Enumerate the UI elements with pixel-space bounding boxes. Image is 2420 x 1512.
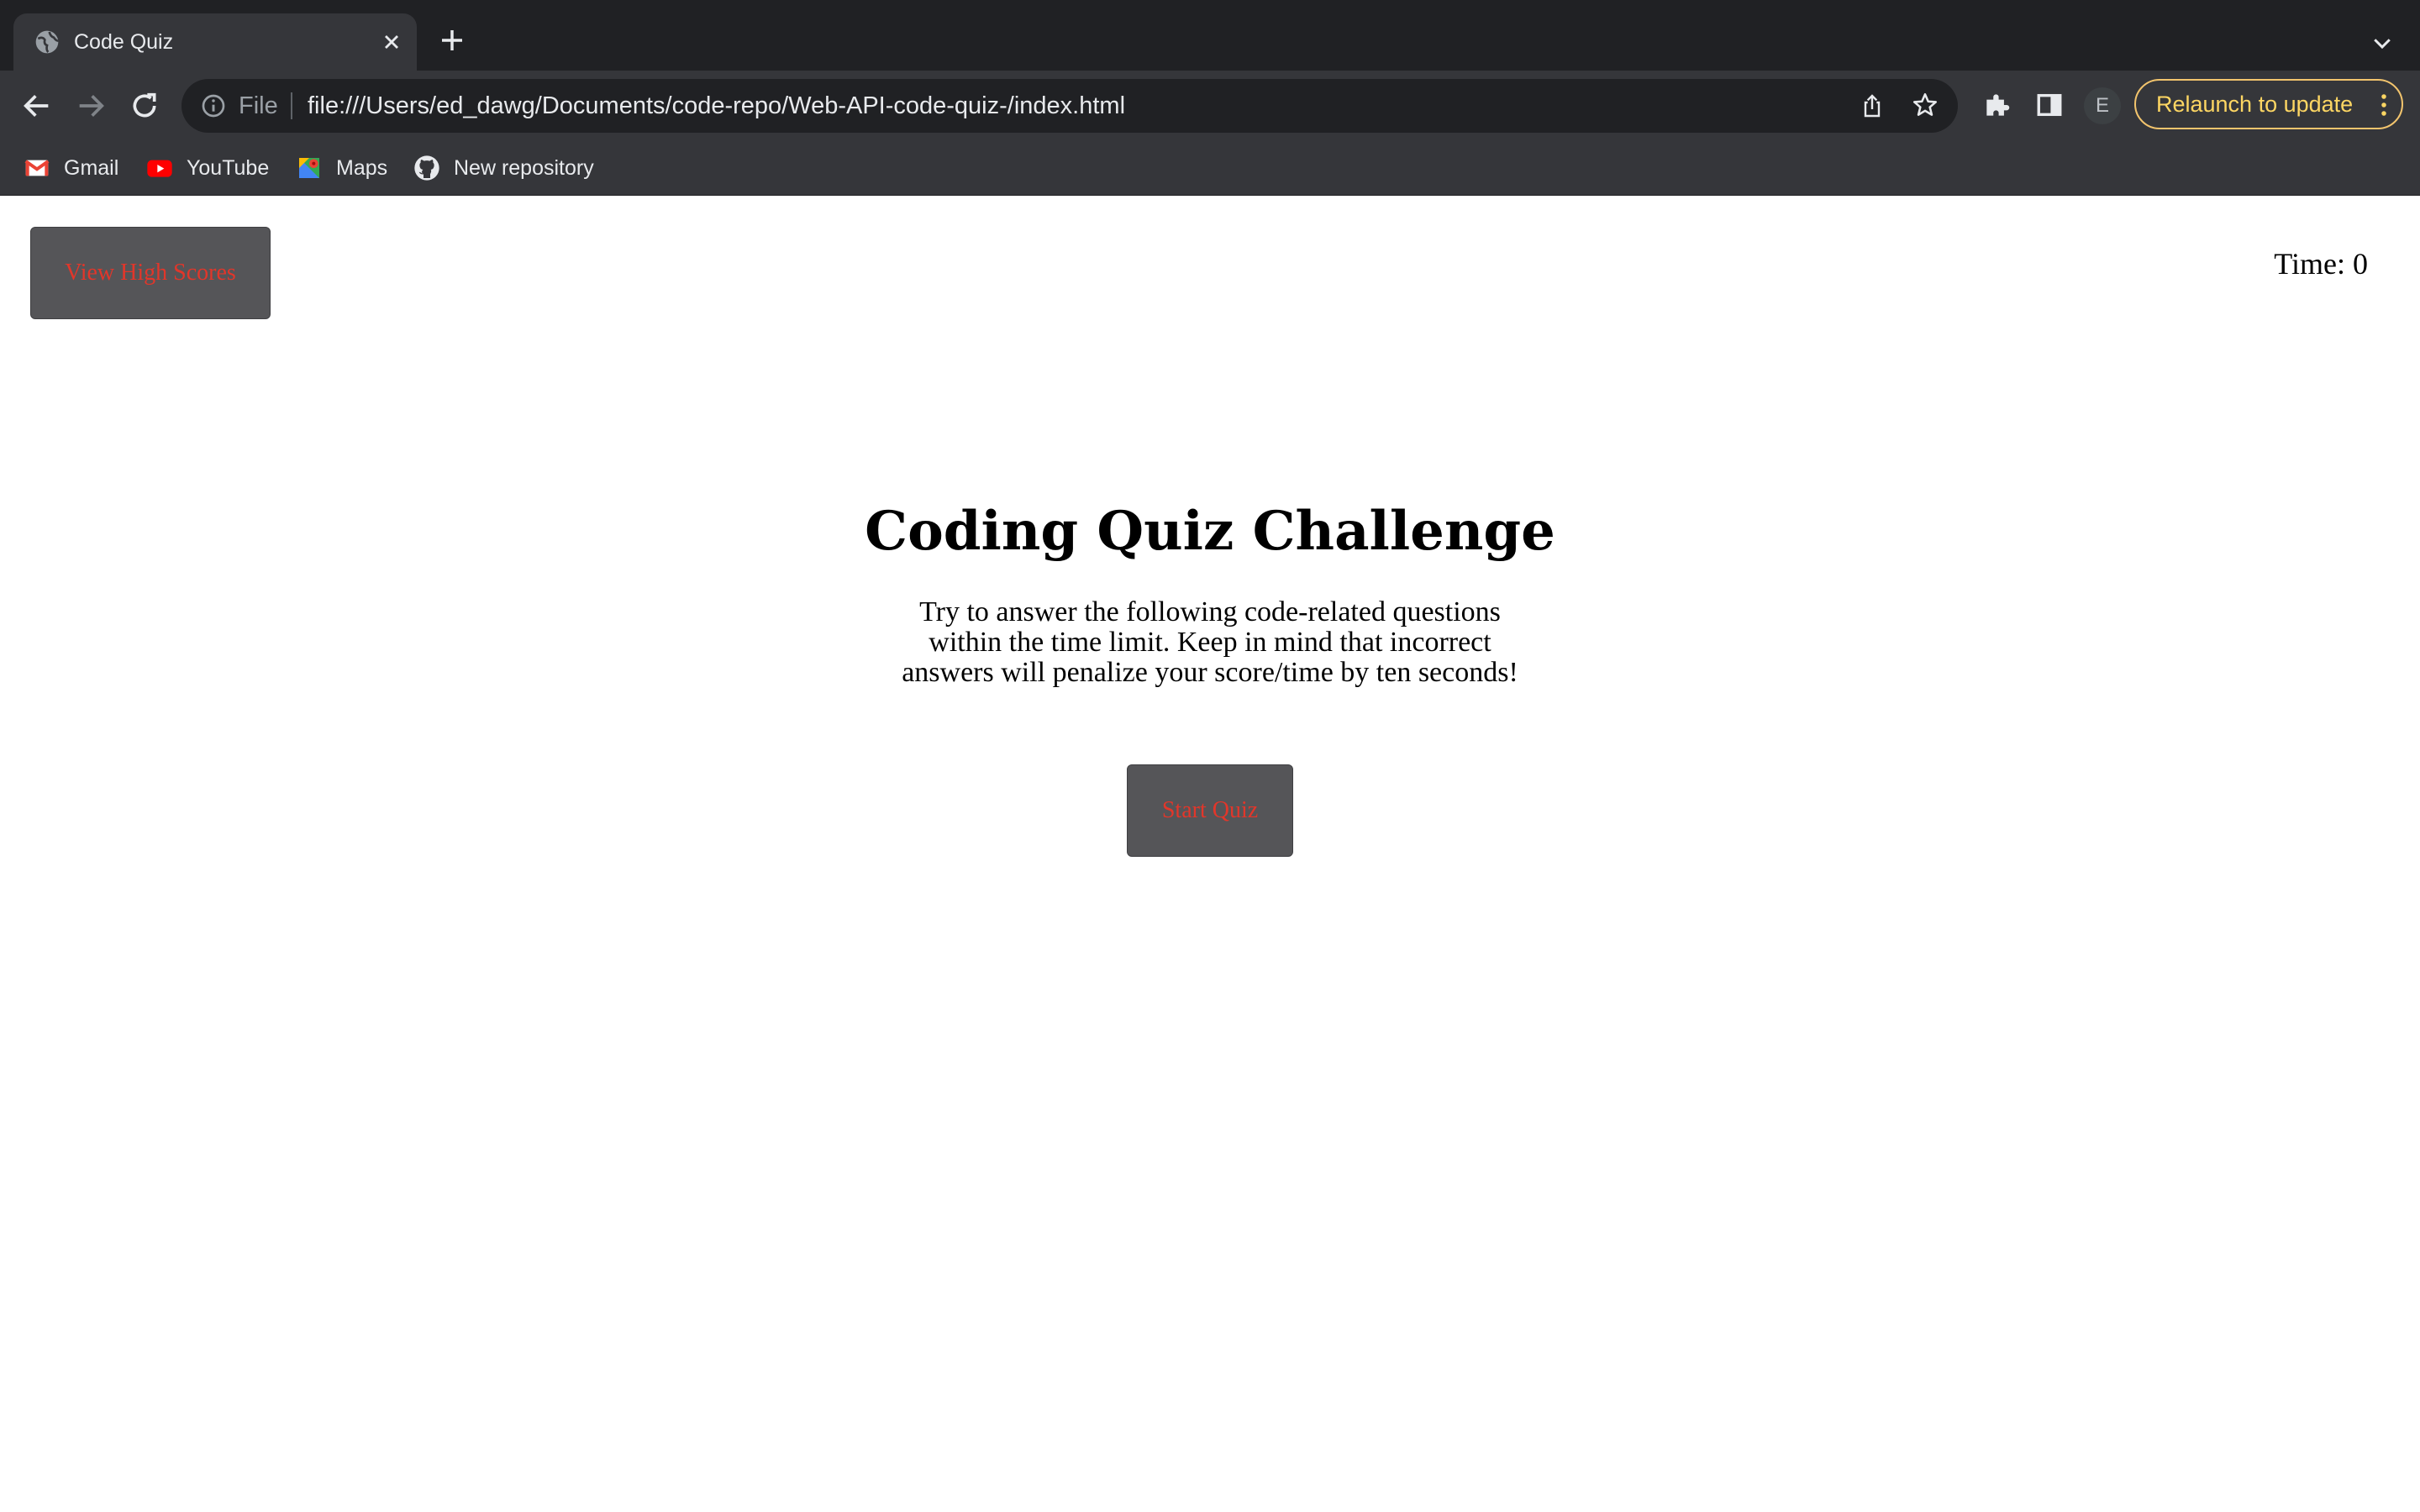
back-arrow-icon[interactable]: [20, 89, 54, 123]
bookmark-label: Maps: [336, 155, 388, 180]
page-viewport: View High Scores Time: 0 Coding Quiz Cha…: [0, 196, 2420, 1512]
tab-strip: Code Quiz: [0, 0, 2420, 71]
timer-display: Time: 0: [2274, 247, 2368, 281]
bookmarks-bar: Gmail YouTube Maps New repository: [0, 141, 2420, 196]
bookmark-new-repository[interactable]: New repository: [413, 141, 594, 195]
bookmark-label: New repository: [454, 155, 594, 180]
info-icon[interactable]: [200, 92, 227, 119]
browser-toolbar: File file:///Users/ed_dawg/Documents/cod…: [0, 71, 2420, 141]
profile-avatar[interactable]: E: [2084, 87, 2121, 124]
page-title: Coding Quiz Challenge: [865, 500, 1555, 563]
url-text[interactable]: file:///Users/ed_dawg/Documents/code-rep…: [308, 79, 1125, 133]
github-icon: [414, 155, 439, 181]
reload-icon[interactable]: [128, 89, 161, 123]
close-tab-icon[interactable]: [380, 30, 403, 54]
chevron-down-icon[interactable]: [2370, 30, 2395, 55]
gmail-icon: [24, 160, 50, 176]
bookmark-maps[interactable]: Maps: [296, 141, 387, 195]
bookmark-star-icon[interactable]: [1911, 91, 1939, 119]
bookmark-gmail[interactable]: Gmail: [24, 141, 118, 195]
tab-title: Code Quiz: [74, 30, 174, 54]
globe-icon: [35, 30, 59, 54]
omnibox-divider: [291, 92, 292, 119]
bookmark-youtube[interactable]: YouTube: [146, 141, 269, 195]
address-bar[interactable]: File file:///Users/ed_dawg/Documents/cod…: [182, 79, 1958, 133]
start-quiz-button[interactable]: Start Quiz: [1127, 764, 1293, 857]
scheme-label: File: [239, 92, 278, 119]
youtube-icon: [147, 160, 172, 177]
tab-code-quiz[interactable]: Code Quiz: [13, 13, 417, 71]
extensions-puzzle-icon[interactable]: [1981, 89, 2013, 121]
more-vertical-icon[interactable]: [2378, 92, 2390, 118]
forward-arrow-icon[interactable]: [74, 89, 108, 123]
view-high-scores-button[interactable]: View High Scores: [30, 227, 271, 319]
share-icon[interactable]: [1859, 92, 1886, 119]
bookmark-label: Gmail: [64, 155, 119, 180]
side-panel-icon[interactable]: [2035, 91, 2064, 119]
maps-icon: [299, 158, 319, 178]
quiz-instructions: Try to answer the following code-related…: [902, 596, 1518, 688]
bookmark-label: YouTube: [187, 155, 270, 180]
new-tab-icon[interactable]: [439, 27, 466, 54]
relaunch-label: Relaunch to update: [2156, 92, 2354, 117]
relaunch-to-update-button[interactable]: Relaunch to update: [2134, 79, 2403, 129]
